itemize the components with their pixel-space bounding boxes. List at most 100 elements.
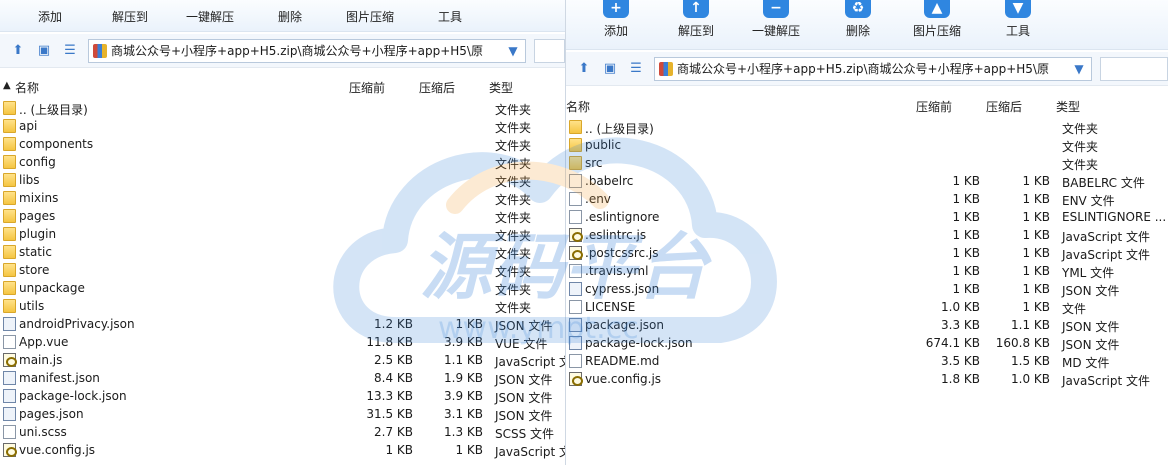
file-row[interactable]: .. (上级目录) 文件夹 <box>566 118 1168 136</box>
file-type: JavaScript 文 <box>495 445 565 459</box>
file-row[interactable]: uni.scss 2.7 KB 1.3 KB SCSS 文件 <box>0 423 565 441</box>
file-row[interactable]: libs 文件夹 <box>0 171 565 189</box>
column-unpacked-size[interactable]: 压缩后 <box>986 98 1022 115</box>
sort-ascending-icon[interactable]: ▲ <box>3 80 11 91</box>
one-click-extract-button-right[interactable]: − 一键解压 <box>752 0 800 48</box>
search-input[interactable] <box>1100 57 1168 81</box>
column-unpacked-size[interactable]: 压缩后 <box>419 79 455 96</box>
file-row[interactable]: utils 文件夹 <box>0 297 565 315</box>
file-name: package-lock.json <box>19 389 127 403</box>
search-input[interactable] <box>534 39 565 63</box>
file-type: ENV 文件 <box>1062 194 1115 208</box>
file-row[interactable]: api 文件夹 <box>0 117 565 135</box>
zip-archive-icon <box>659 62 673 76</box>
file-row[interactable]: vue.config.js 1 KB 1 KB JavaScript 文 <box>0 441 565 459</box>
image-compress-button-right[interactable]: ▲ 图片压缩 <box>913 0 961 48</box>
file-row[interactable]: README.md 3.5 KB 1.5 KB MD 文件 <box>566 352 1168 370</box>
file-row[interactable]: mixins 文件夹 <box>0 189 565 207</box>
file-row[interactable]: .babelrc 1 KB 1 KB BABELRC 文件 <box>566 172 1168 190</box>
file-name: utils <box>19 299 45 313</box>
file-row[interactable]: store 文件夹 <box>0 261 565 279</box>
file-row[interactable]: pages.json 31.5 KB 3.1 KB JSON 文件 <box>0 405 565 423</box>
file-type: JSON 文件 <box>1062 338 1120 352</box>
file-packed-size: 1.0 KB <box>941 300 980 314</box>
extract-to-button-right[interactable]: ↑ 解压到 <box>678 0 714 48</box>
file-row[interactable]: static 文件夹 <box>0 243 565 261</box>
file-row[interactable]: unpackage 文件夹 <box>0 279 565 297</box>
address-field[interactable]: 商城公众号+小程序+app+H5.zip\商城公众号+小程序+app+H5\原 <box>88 39 526 63</box>
file-packed-size: 1 KB <box>952 210 980 224</box>
right-column-header: 名称 压缩前 压缩后 类型 <box>566 95 1168 115</box>
file-row[interactable]: .. (上级目录) 文件夹 <box>0 99 565 117</box>
file-row[interactable]: .postcssrc.js 1 KB 1 KB JavaScript 文件 <box>566 244 1168 262</box>
one-click-extract-icon: − <box>763 0 789 18</box>
column-type[interactable]: 类型 <box>489 79 513 96</box>
file-row[interactable]: src 文件夹 <box>566 154 1168 172</box>
image-compress-button[interactable]: 图片压缩 <box>346 8 394 25</box>
file-row[interactable]: .travis.yml 1 KB 1 KB YML 文件 <box>566 262 1168 280</box>
file-name: .babelrc <box>585 174 634 188</box>
file-type: 文件夹 <box>495 265 532 279</box>
javascript-file-icon <box>3 353 17 367</box>
view-list-icon[interactable]: ☰ <box>628 61 644 77</box>
file-type: 文件夹 <box>495 283 532 297</box>
view-thumbnail-icon[interactable]: ▣ <box>602 61 618 77</box>
extract-to-button[interactable]: 解压到 <box>112 8 148 25</box>
delete-button-right[interactable]: ♻ 删除 <box>845 0 871 48</box>
view-list-icon[interactable]: ☰ <box>62 43 78 59</box>
file-unpacked-size: 1 KB <box>1022 282 1050 296</box>
file-name: cypress.json <box>585 282 660 296</box>
file-type: 文件夹 <box>1062 122 1099 136</box>
file-row[interactable]: plugin 文件夹 <box>0 225 565 243</box>
folder-icon <box>3 191 16 205</box>
file-unpacked-size: 1 KB <box>1022 300 1050 314</box>
file-icon <box>569 192 582 206</box>
file-type: JavaScript 文 <box>495 355 565 369</box>
file-row[interactable]: package-lock.json 13.3 KB 3.9 KB JSON 文件 <box>0 387 565 405</box>
file-row[interactable]: App.vue 11.8 KB 3.9 KB VUE 文件 <box>0 333 565 351</box>
chevron-down-icon[interactable]: ▼ <box>1068 57 1090 81</box>
file-row[interactable]: package.json 3.3 KB 1.1 KB JSON 文件 <box>566 316 1168 334</box>
one-click-extract-button[interactable]: 一键解压 <box>186 8 234 25</box>
file-row[interactable]: androidPrivacy.json 1.2 KB 1 KB JSON 文件 <box>0 315 565 333</box>
up-arrow-icon[interactable]: ⬆ <box>10 43 26 59</box>
left-archive-pane: 添加 解压到 一键解压 删除 图片压缩 工具 ⬆ ▣ ☰ 商城公众号+小程序+a… <box>0 0 565 465</box>
up-arrow-icon[interactable]: ⬆ <box>576 61 592 77</box>
add-button[interactable]: 添加 <box>38 8 62 25</box>
file-name: .postcssrc.js <box>585 246 659 260</box>
file-row[interactable]: package-lock.json 674.1 KB 160.8 KB JSON 文件 <box>566 334 1168 352</box>
folder-icon <box>3 245 16 259</box>
file-icon <box>569 354 582 368</box>
file-row[interactable]: manifest.json 8.4 KB 1.9 KB JSON 文件 <box>0 369 565 387</box>
file-name: api <box>19 119 38 133</box>
file-row[interactable]: pages 文件夹 <box>0 207 565 225</box>
file-row[interactable]: cypress.json 1 KB 1 KB JSON 文件 <box>566 280 1168 298</box>
add-button-right[interactable]: + 添加 <box>603 0 629 48</box>
file-row[interactable]: components 文件夹 <box>0 135 565 153</box>
column-packed-size[interactable]: 压缩前 <box>349 79 385 96</box>
file-name: main.js <box>19 353 63 367</box>
tools-button[interactable]: 工具 <box>438 8 462 25</box>
column-name[interactable]: 名称 <box>566 98 590 115</box>
chevron-down-icon[interactable]: ▼ <box>502 39 524 63</box>
file-name: androidPrivacy.json <box>19 317 135 331</box>
view-thumbnail-icon[interactable]: ▣ <box>36 43 52 59</box>
file-row[interactable]: main.js 2.5 KB 1.1 KB JavaScript 文 <box>0 351 565 369</box>
file-row[interactable]: config 文件夹 <box>0 153 565 171</box>
file-packed-size: 1 KB <box>952 192 980 206</box>
column-type[interactable]: 类型 <box>1056 98 1080 115</box>
file-row[interactable]: vue.config.js 1.8 KB 1.0 KB JavaScript 文件 <box>566 370 1168 388</box>
file-unpacked-size: 1.0 KB <box>1011 372 1050 386</box>
delete-button[interactable]: 删除 <box>278 8 302 25</box>
file-name: config <box>19 155 56 169</box>
file-row[interactable]: .env 1 KB 1 KB ENV 文件 <box>566 190 1168 208</box>
file-row[interactable]: LICENSE 1.0 KB 1 KB 文件 <box>566 298 1168 316</box>
address-field[interactable]: 商城公众号+小程序+app+H5.zip\商城公众号+小程序+app+H5\原 <box>654 57 1092 81</box>
file-type: JavaScript 文件 <box>1062 230 1150 244</box>
column-packed-size[interactable]: 压缩前 <box>916 98 952 115</box>
file-row[interactable]: public 文件夹 <box>566 136 1168 154</box>
file-row[interactable]: .eslintignore 1 KB 1 KB ESLINTIGNORE ... <box>566 208 1168 226</box>
file-row[interactable]: .eslintrc.js 1 KB 1 KB JavaScript 文件 <box>566 226 1168 244</box>
tools-button-right[interactable]: ▼ 工具 <box>1005 0 1031 48</box>
column-name[interactable]: 名称 <box>15 79 39 96</box>
